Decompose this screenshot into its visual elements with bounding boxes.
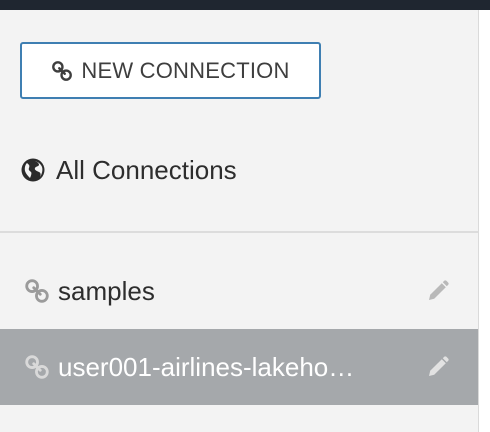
connection-name: user001-airlines-lakeho… — [58, 351, 355, 382]
new-connection-button[interactable]: NEW CONNECTION — [20, 42, 321, 99]
pencil-icon[interactable] — [426, 355, 450, 379]
divider — [0, 231, 478, 233]
connection-name: samples — [58, 275, 155, 306]
all-connections-item[interactable]: All Connections — [20, 148, 237, 192]
globe-icon — [20, 157, 46, 183]
connections-panel: NEW CONNECTION All Connections samples u… — [0, 10, 479, 432]
all-connections-label: All Connections — [56, 154, 237, 185]
connection-item-samples[interactable]: samples — [0, 253, 478, 329]
link-icon — [22, 354, 52, 380]
new-connection-label: NEW CONNECTION — [81, 57, 290, 83]
link-icon — [22, 278, 52, 304]
pencil-icon[interactable] — [426, 279, 450, 303]
top-bar — [0, 0, 490, 10]
link-icon — [51, 60, 73, 82]
connection-item-user001-airlines[interactable]: user001-airlines-lakeho… — [0, 329, 478, 405]
